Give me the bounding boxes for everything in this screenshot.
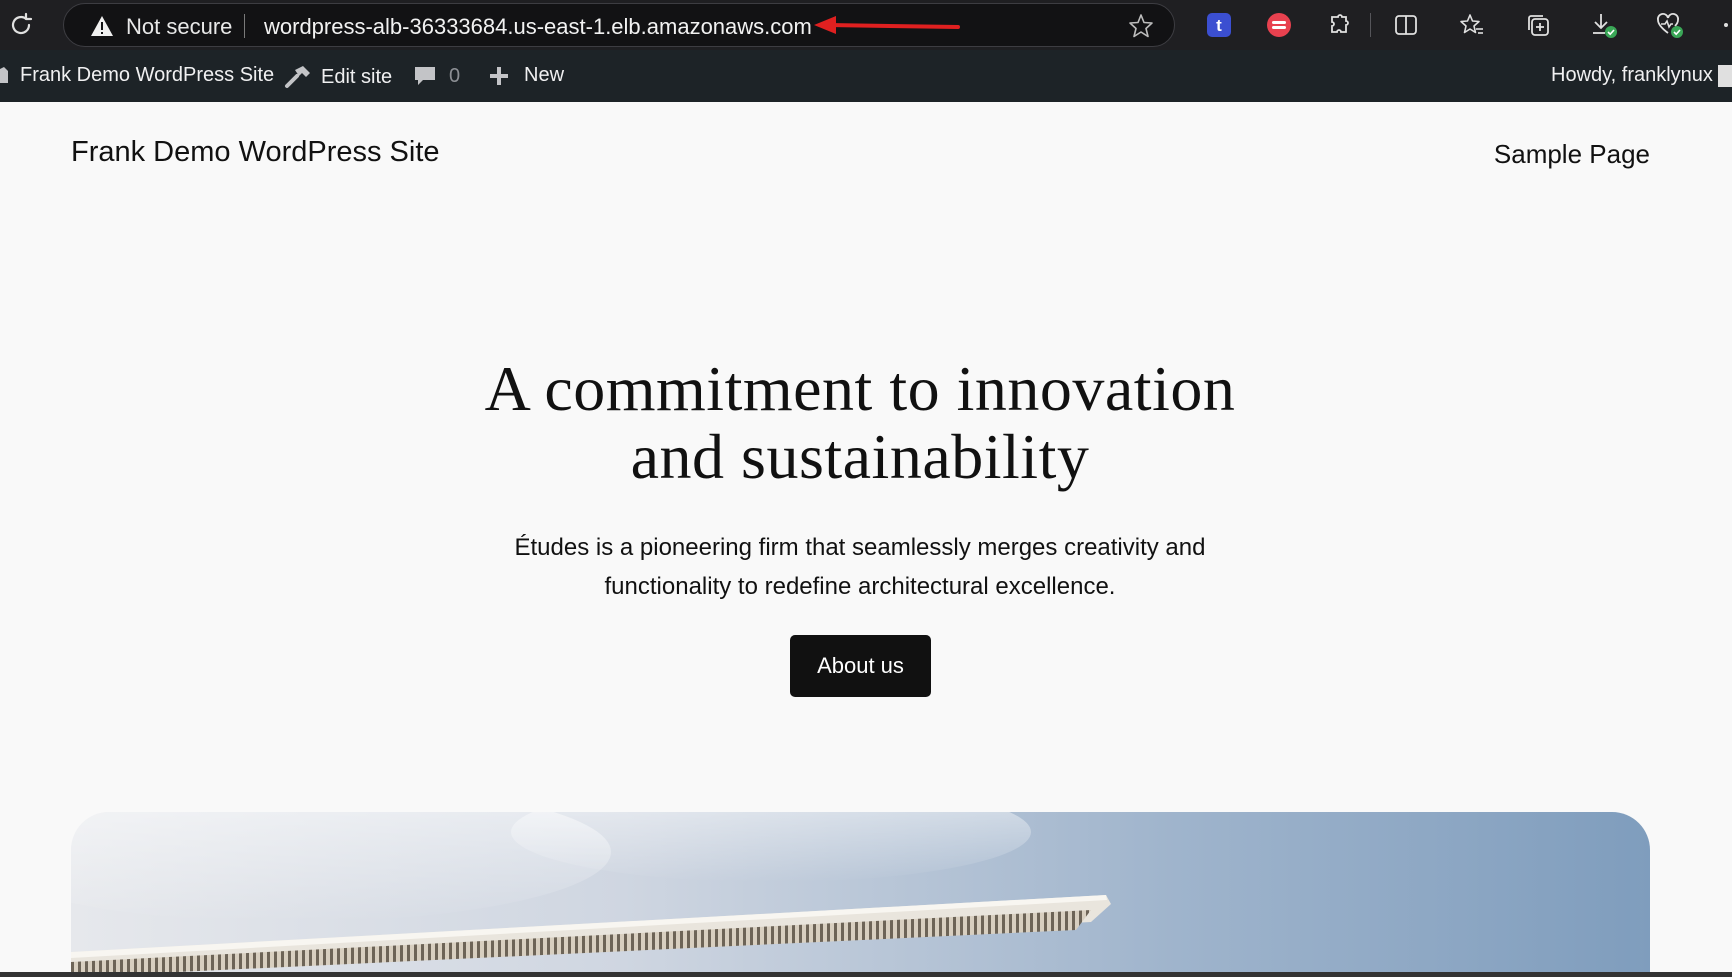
security-status[interactable]: Not secure: [126, 14, 232, 40]
toggl-t-icon[interactable]: t: [1204, 10, 1234, 40]
comment-icon: [415, 67, 435, 85]
svg-text:t: t: [1216, 16, 1222, 35]
admin-site-link[interactable]: Frank Demo WordPress Site: [0, 64, 274, 87]
nav-sample-page[interactable]: Sample Page: [1494, 139, 1650, 170]
admin-site-name: Frank Demo WordPress Site: [20, 64, 275, 86]
hero-description: Études is a pioneering firm that seamles…: [0, 528, 1720, 606]
browser-toolbar: Not secure wordpress-alb-36333684.us-eas…: [0, 0, 1732, 50]
hero-heading-line2: and sustainability: [630, 421, 1090, 492]
browser-essentials-icon[interactable]: [1655, 10, 1685, 40]
admin-edit-site-label: Edit site: [321, 65, 393, 88]
downloads-icon[interactable]: [1589, 10, 1619, 40]
admin-comments[interactable]: 0: [413, 64, 460, 88]
hero-description-line1: Études is a pioneering firm that seamles…: [514, 534, 1206, 561]
home-icon: [0, 66, 8, 83]
star-icon[interactable]: [1128, 13, 1154, 39]
hero-heading-line1: A commitment to innovation: [484, 353, 1236, 424]
extensions-puzzle-icon[interactable]: [1324, 10, 1354, 40]
url-text[interactable]: wordpress-alb-36333684.us-east-1.elb.ama…: [264, 14, 812, 40]
howdy-text: Howdy, franklynux: [1551, 64, 1713, 86]
warning-icon[interactable]: [90, 15, 114, 37]
admin-new-label: New: [524, 64, 565, 86]
more-menu-icon[interactable]: [1716, 10, 1730, 40]
toolbar-divider: [1370, 13, 1371, 37]
red-extension-icon[interactable]: [1264, 10, 1294, 40]
admin-new[interactable]: New: [488, 64, 564, 87]
avatar[interactable]: [1718, 65, 1732, 87]
address-bar[interactable]: Not secure wordpress-alb-36333684.us-eas…: [63, 3, 1175, 47]
split-screen-icon[interactable]: [1391, 10, 1421, 40]
wp-admin-bar: Frank Demo WordPress Site Edit site 0 Ne…: [0, 50, 1732, 102]
hero-description-line2: functionality to redefine architectural …: [604, 573, 1116, 600]
comments-count: 0: [449, 64, 461, 87]
admin-account[interactable]: Howdy, franklynux: [1551, 64, 1713, 87]
hero-heading: A commitment to innovation and sustainab…: [0, 355, 1720, 491]
plus-icon: [490, 66, 508, 85]
about-us-button[interactable]: About us: [790, 635, 931, 697]
collections-icon[interactable]: [1523, 10, 1553, 40]
reload-icon[interactable]: [6, 10, 36, 40]
favorites-icon[interactable]: [1457, 10, 1487, 40]
building-image: [71, 812, 1650, 977]
site-title[interactable]: Frank Demo WordPress Site: [71, 136, 440, 169]
hero-image: [71, 812, 1650, 977]
admin-edit-site[interactable]: Edit site: [283, 64, 392, 90]
omnibox-divider: [244, 14, 245, 38]
hammer-icon: [285, 66, 310, 88]
annotation-arrow-icon: [814, 16, 960, 34]
bottom-edge: [0, 972, 1732, 977]
